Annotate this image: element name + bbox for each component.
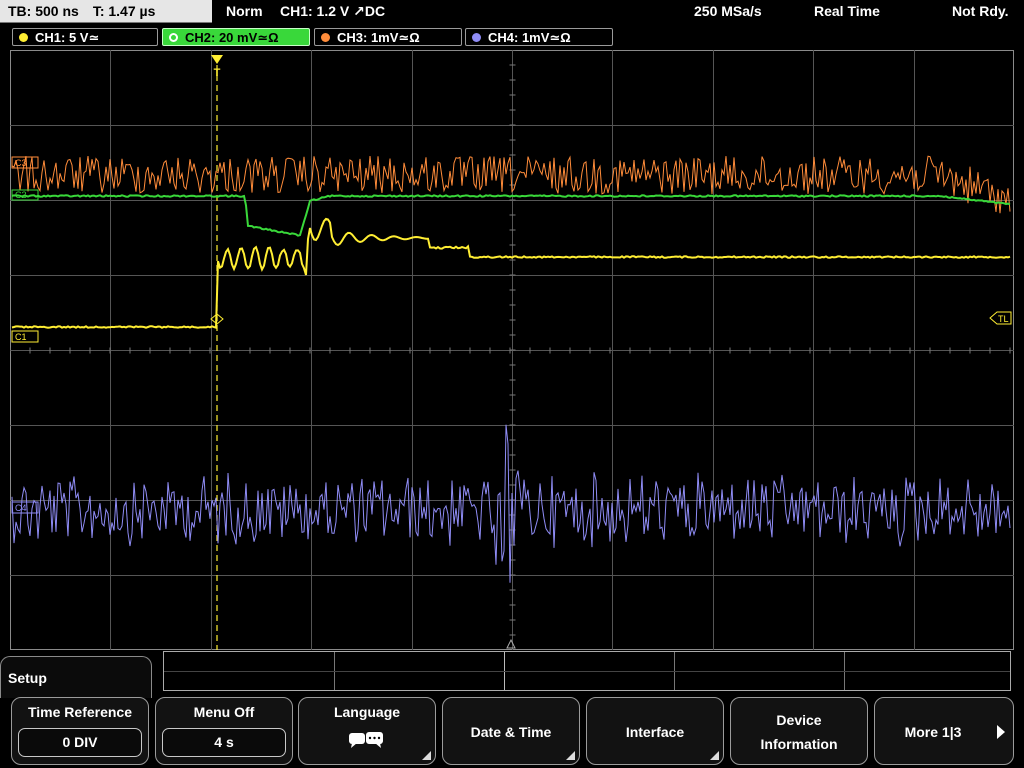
ch4-color-dot bbox=[472, 33, 481, 42]
ch3-marker-label: C3 bbox=[15, 158, 27, 168]
center-marker-icon bbox=[506, 638, 516, 649]
ch4-level-marker: C4 bbox=[11, 501, 39, 514]
ch1-marker-label: C1 bbox=[15, 332, 27, 342]
interface-button[interactable]: Interface bbox=[586, 697, 724, 765]
ch1-color-dot bbox=[19, 33, 28, 42]
time-reference-value[interactable]: 0 DIV bbox=[18, 728, 142, 757]
channel-label-ch4: CH4: 1mV≃Ω bbox=[488, 30, 571, 45]
channel-tab-ch2[interactable]: CH2: 20 mV≃Ω bbox=[162, 28, 310, 46]
graticule-grid bbox=[10, 50, 1014, 650]
arrow-right-icon bbox=[997, 725, 1005, 739]
waveform-display[interactable]: T C3 C2 C1 C4 TL bbox=[10, 50, 1014, 650]
channel-tab-ch3[interactable]: CH3: 1mV≃Ω bbox=[314, 28, 462, 46]
channel-label-ch2: CH2: 20 mV≃Ω bbox=[185, 30, 279, 45]
channel-label-ch3: CH3: 1mV≃Ω bbox=[337, 30, 420, 45]
channel-label-ch1: CH1: 5 V≃ bbox=[35, 30, 100, 45]
language-button[interactable]: Language bbox=[298, 697, 436, 765]
ch3-level-marker: C3 bbox=[11, 156, 39, 169]
trigger-mode[interactable]: Norm bbox=[226, 0, 263, 23]
timebase-value: TB: 500 ns bbox=[8, 3, 79, 19]
sample-rate: 250 MSa/s bbox=[694, 3, 762, 19]
more-label: More 1|3 bbox=[904, 724, 962, 740]
trigger-position-marker: T bbox=[211, 55, 223, 650]
measurement-strip bbox=[163, 651, 1011, 691]
status-bar: Norm CH1: 1.2 V ↗DC 250 MSa/s Real Time … bbox=[214, 0, 1024, 23]
channel-tab-ch1[interactable]: CH1: 5 V≃ bbox=[12, 28, 158, 46]
time-reference-button[interactable]: Time Reference 0 DIV bbox=[11, 697, 149, 765]
date-time-button[interactable]: Date & Time bbox=[442, 697, 580, 765]
submenu-corner-icon bbox=[710, 751, 719, 760]
date-time-label: Date & Time bbox=[470, 724, 552, 740]
trigger-level-marker: TL bbox=[989, 311, 1012, 325]
submenu-corner-icon bbox=[566, 751, 575, 760]
time-reference-label: Time Reference bbox=[27, 704, 132, 720]
more-button[interactable]: More 1|3 bbox=[874, 697, 1014, 765]
trigger-time: T: 1.47 µs bbox=[92, 3, 156, 19]
trigger-marker-label: T bbox=[214, 67, 221, 79]
channel-tab-ch4[interactable]: CH4: 1mV≃Ω bbox=[465, 28, 613, 46]
ch4-trace bbox=[11, 424, 1011, 583]
waveform-canvas: T C3 C2 C1 C4 TL bbox=[10, 50, 1014, 650]
ch2-color-dot bbox=[169, 33, 178, 42]
trigger-setting[interactable]: CH1: 1.2 V ↗DC bbox=[280, 0, 385, 23]
ch1-level-marker: C1 bbox=[11, 330, 39, 343]
language-label: Language bbox=[333, 704, 401, 720]
acquisition-mode: Real Time bbox=[814, 3, 880, 19]
information-label: Information bbox=[760, 736, 838, 752]
ch2-marker-label: C2 bbox=[15, 190, 27, 200]
trigger-level-label: TL bbox=[998, 314, 1009, 324]
menu-off-label: Menu Off bbox=[193, 704, 255, 720]
acquisition-state: Not Rdy. bbox=[952, 3, 1009, 19]
speech-bubbles-icon bbox=[349, 732, 383, 748]
timebase-box[interactable]: TB: 500 ns T: 1.47 µs bbox=[0, 0, 212, 23]
menu-title: Setup bbox=[8, 670, 47, 686]
interface-label: Interface bbox=[625, 724, 685, 740]
menu-off-button[interactable]: Menu Off 4 s bbox=[155, 697, 293, 765]
ch3-color-dot bbox=[321, 33, 330, 42]
ch4-marker-label: C4 bbox=[15, 503, 27, 513]
submenu-corner-icon bbox=[422, 751, 431, 760]
ch1-trace bbox=[11, 217, 1011, 330]
device-label: Device bbox=[776, 712, 822, 728]
menu-off-value[interactable]: 4 s bbox=[162, 728, 286, 757]
device-information-button[interactable]: Device Information bbox=[730, 697, 868, 765]
